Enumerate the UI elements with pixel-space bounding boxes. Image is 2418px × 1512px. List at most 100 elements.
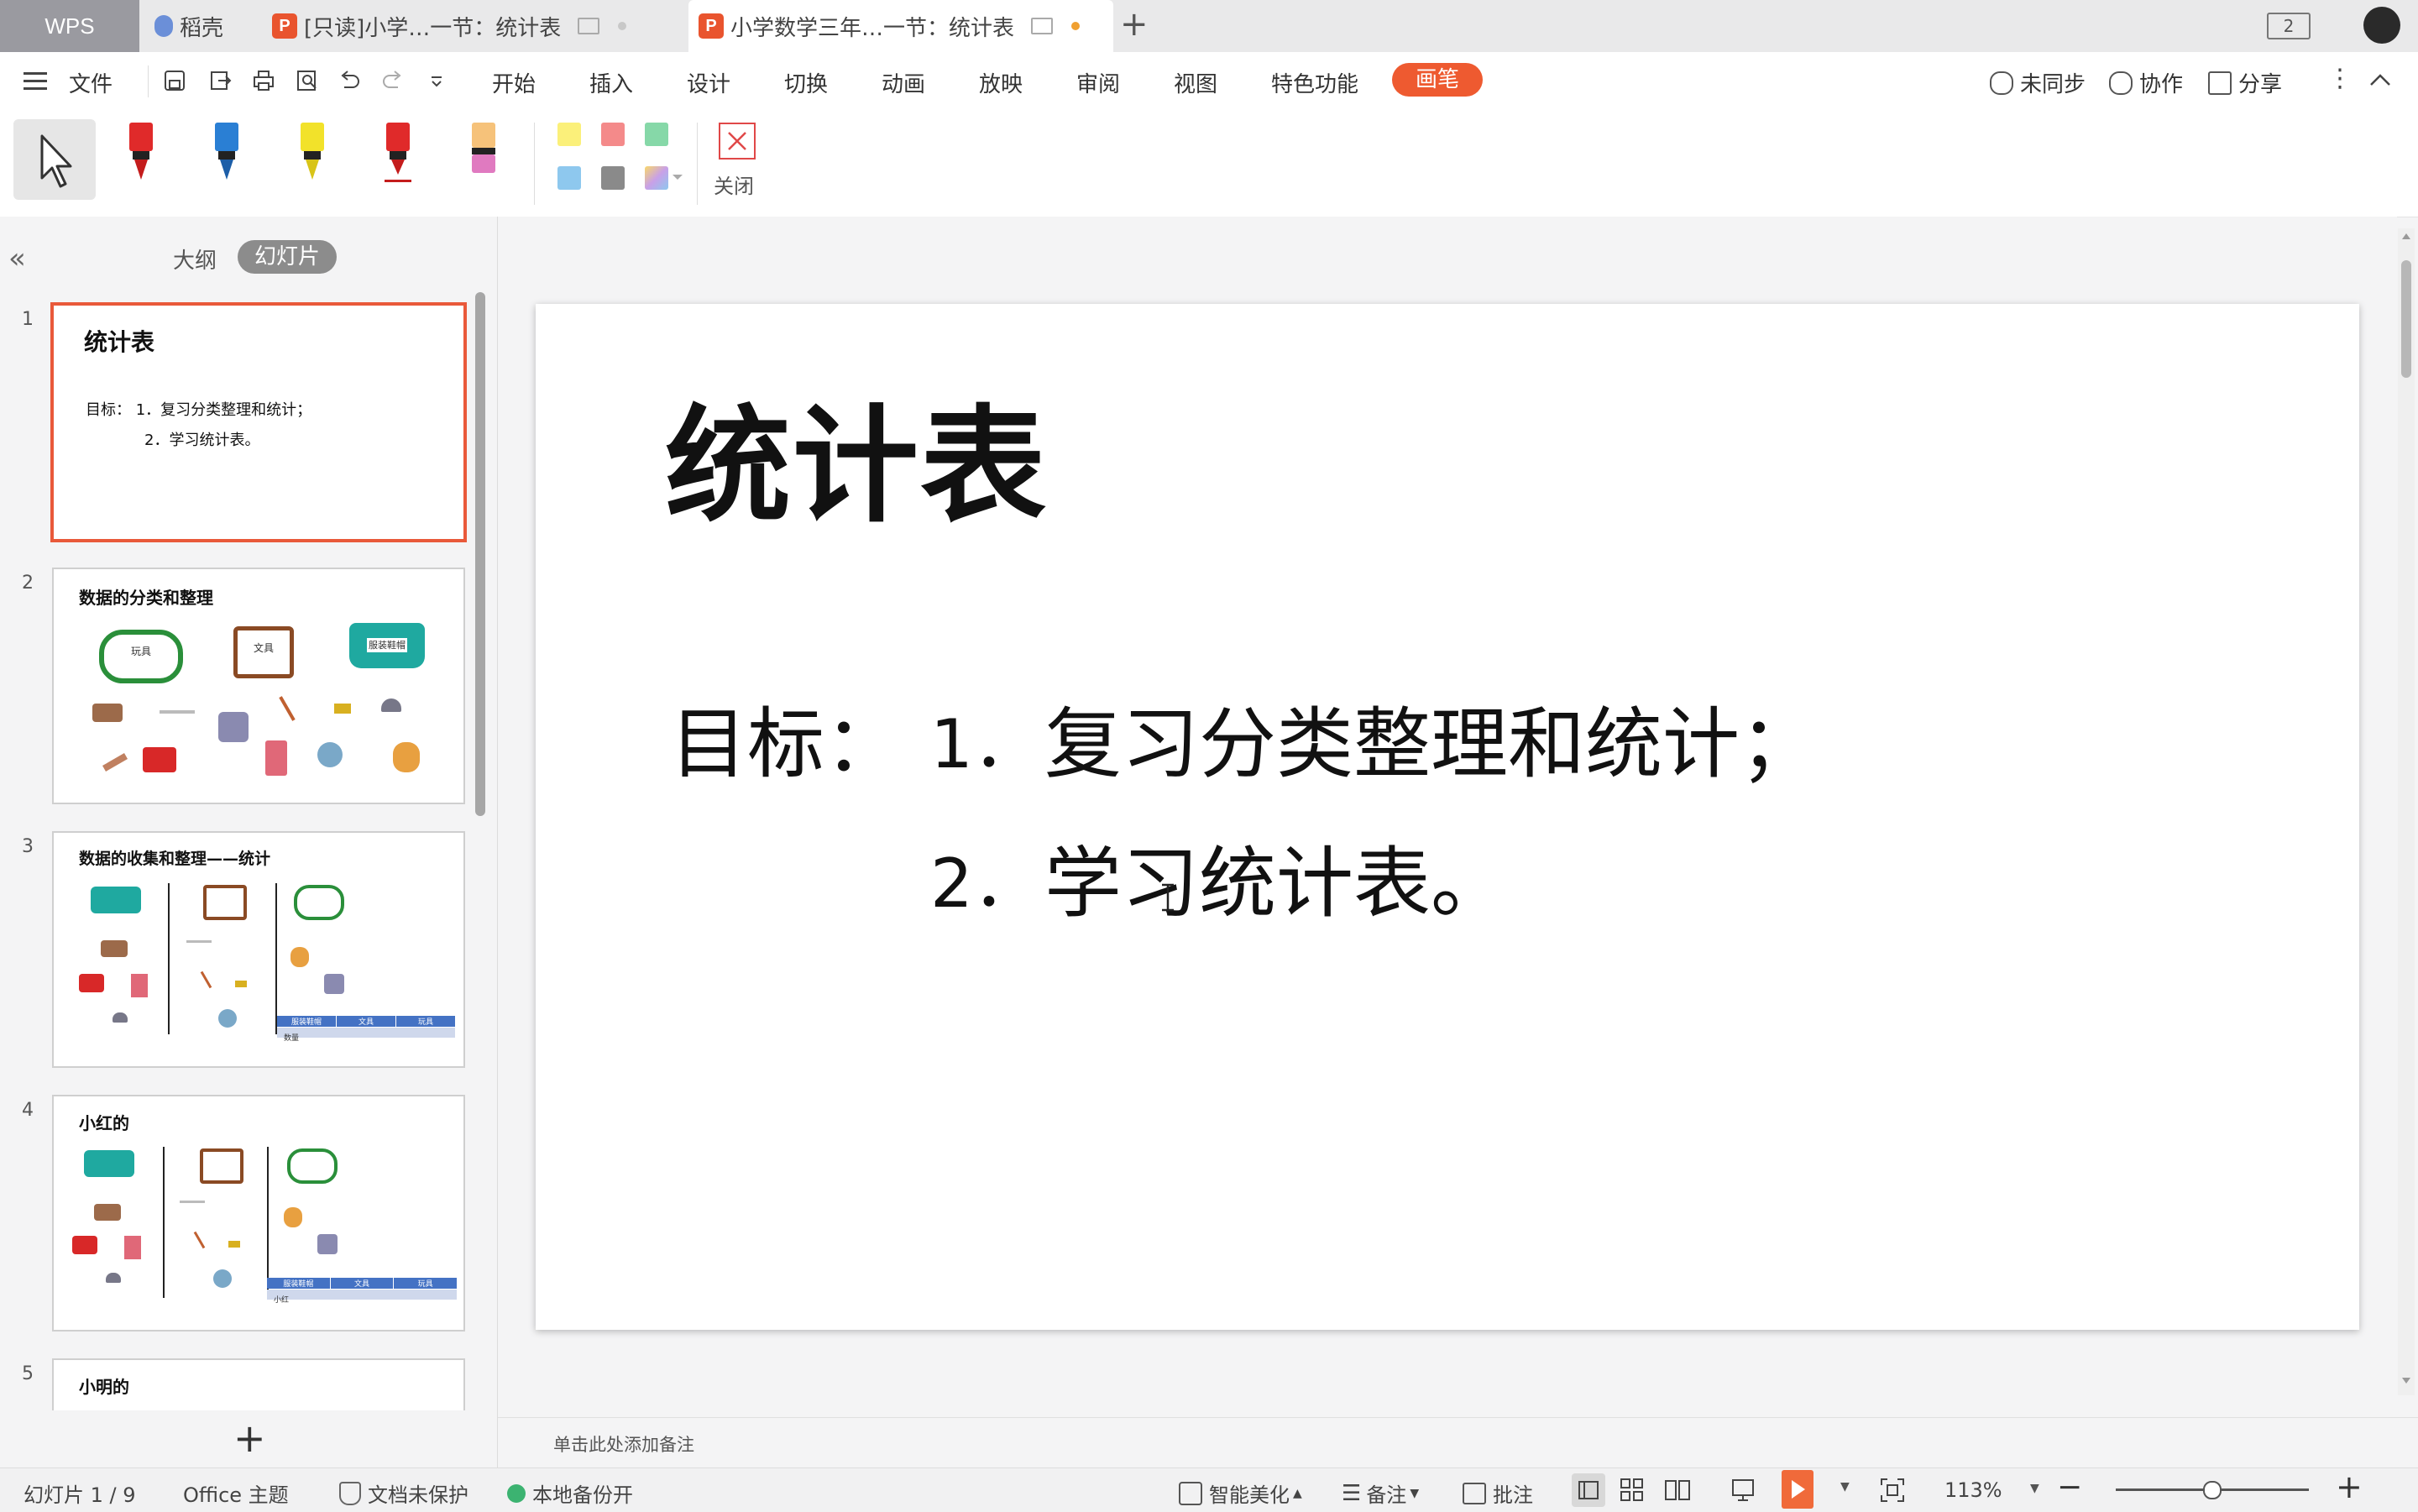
tab-daoke[interactable]: 稻壳 [149,0,259,52]
protect-label: 文档未保护 [368,1483,468,1507]
tab-slides[interactable]: 幻灯片 [238,240,337,274]
redo-icon[interactable] [381,69,405,92]
table-header-cell: 玩具 [396,1016,455,1027]
scroll-down-arrow-icon[interactable] [2401,1377,2411,1385]
menu-review[interactable]: 审阅 [1076,67,1120,98]
undo-icon[interactable] [338,69,361,92]
close-pen-label[interactable]: 关闭 [714,170,754,199]
swatch-dropdown-icon[interactable] [672,173,683,181]
zoom-level[interactable]: 113% [1944,1478,2002,1502]
toy-car-picture [317,1234,338,1254]
tab-close-dot-icon[interactable] [618,22,627,30]
sync-status[interactable]: 未同步 [1990,67,2086,98]
menu-design[interactable]: 设计 [687,67,730,98]
slide-title[interactable]: 统计表 [665,364,1048,547]
menu-special-features[interactable]: 特色功能 [1271,67,1358,98]
more-options-icon[interactable]: ⋮ [2327,64,2353,93]
export-icon[interactable] [208,69,232,92]
presenter-view-icon[interactable] [1728,1477,1758,1504]
pencil-picture [193,1231,206,1249]
new-tab-plus-icon[interactable]: + [1120,5,1149,44]
menu-file[interactable]: 文件 [69,67,113,98]
window-count-badge[interactable]: 2 [2267,13,2311,39]
menu-slideshow[interactable]: 放映 [979,67,1023,98]
slide-sorter-grid-icon[interactable] [1619,1477,1646,1504]
ruler-picture [186,940,212,943]
goal-label[interactable]: 目标： [670,682,902,793]
goal-2-text[interactable]: 学习统计表。 [1044,821,1508,933]
unsaved-dot-icon[interactable] [1071,22,1081,30]
menu-insert[interactable]: 插入 [589,67,633,98]
local-backup-status[interactable]: 本地备份开 [507,1478,633,1508]
eraser-icon[interactable] [467,119,500,186]
close-pen-x-icon[interactable] [719,123,756,160]
menu-pen-active[interactable]: 画笔 [1392,63,1483,97]
swatch-yellow[interactable] [557,123,581,146]
menu-start[interactable]: 开始 [492,67,536,98]
zoom-out-minus-icon[interactable]: − [2057,1470,2082,1504]
swatch-green[interactable] [645,123,668,146]
select-pointer-button[interactable] [13,119,96,200]
quick-access-dropdown-icon[interactable] [428,69,445,92]
yellow-highlighter-icon[interactable] [296,119,329,186]
tab-outline[interactable]: 大纲 [173,243,217,275]
save-icon[interactable] [163,69,186,92]
current-slide[interactable]: 统计表 目标： 1． 复习分类整理和统计； 2． 学习统计表。 [536,304,2359,1330]
tab-wps-home[interactable]: WPS [0,0,139,52]
print-icon[interactable] [252,69,275,92]
collaborate-button[interactable]: 协作 [2109,67,2183,98]
tab-document-active[interactable]: P 小学数学三年…一节：统计表 [688,0,1113,52]
share-button[interactable]: 分享 [2208,67,2282,98]
notes-placeholder[interactable]: 单击此处添加备注 [553,1431,694,1457]
blue-pen-icon[interactable] [210,119,243,186]
menu-view[interactable]: 视图 [1174,67,1217,98]
print-preview-icon[interactable] [296,69,319,92]
thumbnail-scrollbar[interactable] [475,292,485,816]
avatar[interactable] [2363,7,2400,44]
canvas-vertical-scrollbar[interactable] [2398,228,2415,1395]
thumb-title: 小红的 [79,1113,129,1133]
notes-toggle-button[interactable]: ☰ 备注 ▼ [1342,1478,1419,1508]
collapse-panel-double-chevron-icon[interactable]: « [8,242,26,275]
fit-to-window-icon[interactable] [1879,1477,1906,1504]
slide-number: 4 [22,1100,34,1121]
menu-transition[interactable]: 切换 [784,67,828,98]
play-slideshow-button[interactable] [1782,1470,1814,1509]
slide-thumbnail-1[interactable]: 统计表 目标： 1．复习分类整理和统计； 2．学习统计表。 [50,302,467,542]
smart-beautify-button[interactable]: 智能美化 ▲ [1179,1478,1302,1508]
share-icon [2208,71,2232,95]
goal-1-text[interactable]: 复习分类整理和统计； [1044,682,1817,793]
swatch-gray[interactable] [601,166,625,190]
hamburger-menu-icon[interactable] [24,71,49,91]
goal-2-number[interactable]: 2． [930,829,1040,927]
slide-thumbnail-5[interactable]: 小明的 [52,1358,465,1410]
zoom-slider-knob[interactable] [2203,1481,2222,1499]
red-marker-icon[interactable] [381,119,415,186]
slide-thumbnail-2[interactable]: 数据的分类和整理 玩具 文具 服装鞋帽 [52,568,465,804]
zoom-in-plus-icon[interactable]: + [2336,1468,2363,1505]
zoom-dropdown-chevron-icon[interactable]: ▼ [2030,1482,2039,1495]
red-pen-icon[interactable] [124,119,158,186]
swatch-red[interactable] [601,123,625,146]
goal-1-number[interactable]: 1． [930,690,1040,787]
play-options-chevron-icon[interactable]: ▼ [1840,1480,1850,1494]
reading-view-book-icon[interactable] [1664,1477,1693,1504]
collapse-ribbon-chevron-icon[interactable] [2369,72,2391,87]
slide-thumbnail-4[interactable]: 小红的 服装鞋帽 文具 玩具 小红 [52,1095,465,1332]
add-slide-plus-icon[interactable]: + [233,1415,266,1461]
normal-view-button[interactable] [1572,1473,1605,1507]
document-protection-status[interactable]: 文档未保护 [339,1478,468,1508]
menu-animation[interactable]: 动画 [882,67,925,98]
notes-pane[interactable]: 单击此处添加备注 [498,1417,2418,1468]
tab-document-readonly[interactable]: P [只读]小学…一节：统计表 [267,0,675,52]
swatch-blue[interactable] [557,166,581,190]
theme-name[interactable]: Office 主题 [183,1478,289,1508]
canvas-scrollbar-thumb[interactable] [2401,260,2411,378]
swatch-more-colors[interactable] [645,166,668,190]
slide-number: 3 [22,836,34,857]
divider-line [275,883,277,1034]
slide-thumbnail-3[interactable]: 数据的收集和整理——统计 服装鞋帽 文具 玩具 数量 [52,831,465,1068]
sweater-picture [79,974,104,992]
scroll-up-arrow-icon[interactable] [2401,232,2411,240]
comment-button[interactable]: 批注 [1463,1478,1533,1508]
